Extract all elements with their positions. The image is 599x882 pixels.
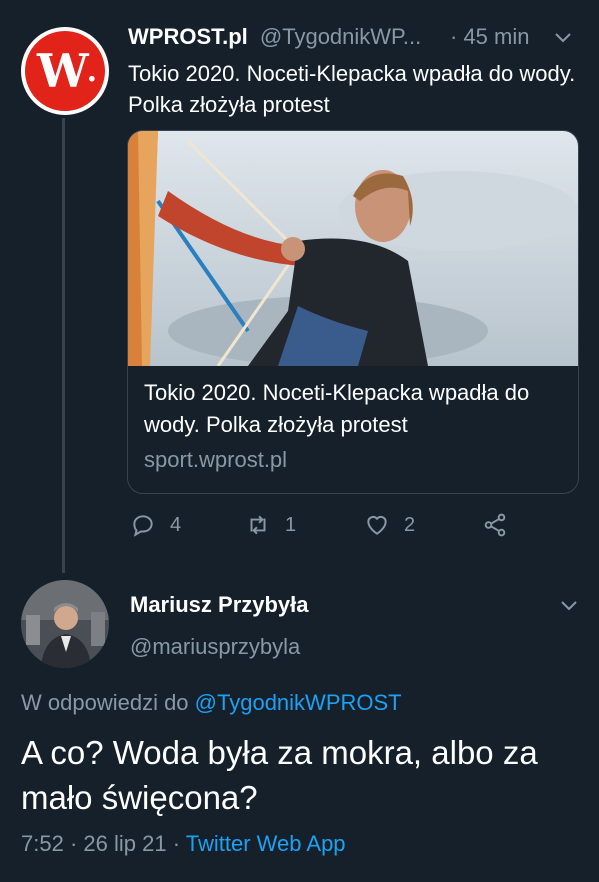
tweet-time[interactable]: · 45 min [450, 24, 529, 50]
chevron-down-icon[interactable] [559, 596, 579, 616]
card-title: Tokio 2020. Noceti-Klepacka wpadła do wo… [144, 380, 530, 437]
reply-to-link[interactable]: @TygodnikWPROST [195, 690, 402, 715]
share-icon [484, 513, 506, 537]
author-handle[interactable]: @mariusprzybyla [130, 634, 300, 660]
link-card[interactable]: Tokio 2020. Noceti-Klepacka wpadła do wo… [127, 130, 579, 494]
tweet-time[interactable]: 7:52 [21, 831, 64, 856]
separator: · [172, 831, 181, 856]
retweet-count: 1 [285, 513, 297, 536]
card-image [128, 131, 578, 366]
reply-icon [133, 515, 153, 537]
separator: · [69, 831, 78, 856]
tweet-source[interactable]: Twitter Web App [186, 831, 346, 856]
tweet-text: Tokio 2020. Noceti-Klepacka wpadła do wo… [128, 61, 576, 117]
chevron-down-icon[interactable] [553, 28, 573, 48]
reply-count: 4 [170, 513, 182, 536]
share-button[interactable] [482, 512, 508, 538]
wprost-avatar[interactable]: W. [21, 27, 109, 115]
like-button[interactable]: 2 [364, 512, 415, 538]
mariusz-avatar[interactable] [21, 580, 109, 668]
like-count: 2 [404, 513, 416, 536]
reply-context: W odpowiedzi do @TygodnikWPROST [21, 690, 402, 716]
tweet-actions: 4 1 2 [128, 512, 568, 542]
retweet-icon [250, 515, 266, 535]
reply-button[interactable]: 4 [130, 512, 181, 538]
author-name[interactable]: WPROST.pl [128, 24, 248, 49]
tweet-meta: 7:52 · 26 lip 21 · Twitter Web App [21, 831, 346, 857]
retweet-button[interactable]: 1 [245, 512, 296, 538]
tweet-date[interactable]: 26 lip 21 [83, 831, 166, 856]
wprost-logo: W. [25, 31, 105, 111]
author-name[interactable]: Mariusz Przybyła [130, 592, 309, 618]
card-domain: sport.wprost.pl [144, 447, 288, 472]
reply-prefix: W odpowiedzi do [21, 690, 189, 715]
author-handle[interactable]: @TygodnikWP... [260, 24, 421, 49]
thread-line [62, 118, 65, 573]
like-icon [367, 515, 387, 535]
tweet-text: A co? Woda była za mokra, albo za mało ś… [21, 734, 538, 816]
tweet-header: WPROST.pl @TygodnikWP... [128, 24, 421, 50]
